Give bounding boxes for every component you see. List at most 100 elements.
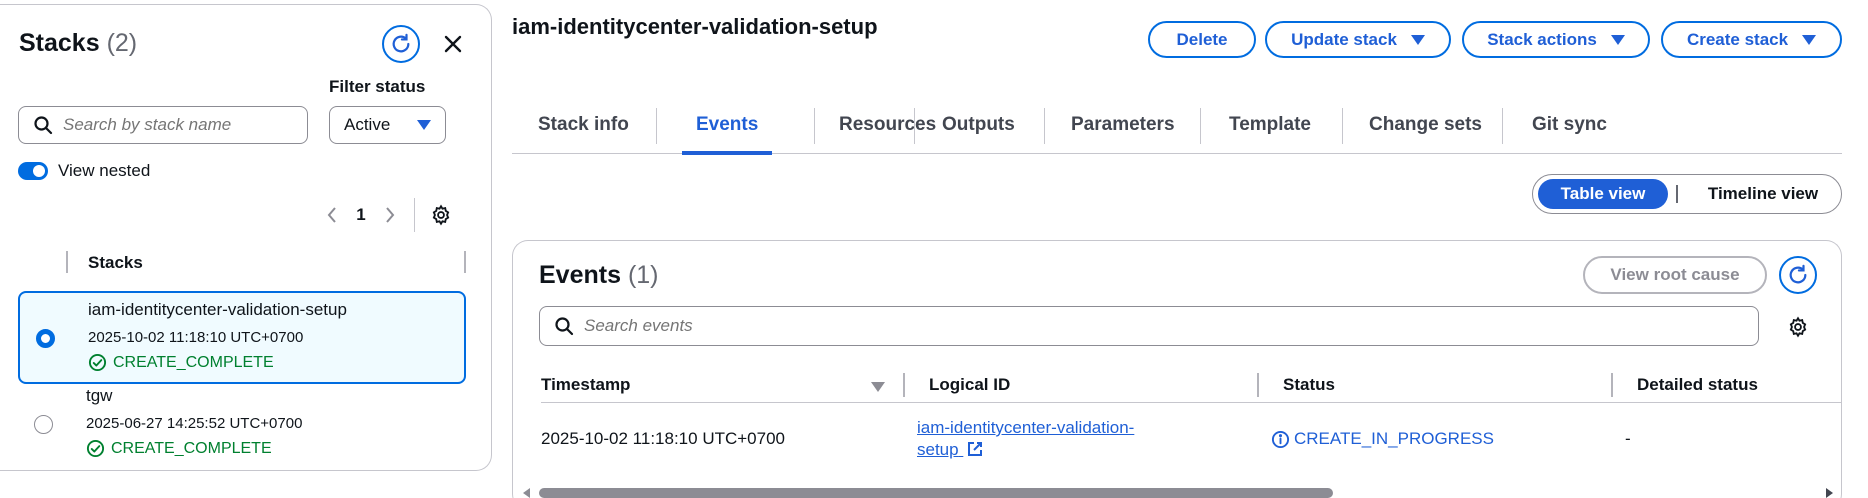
event-timestamp: 2025-10-02 11:18:10 UTC+0700 xyxy=(541,429,786,448)
stack-actions-button[interactable]: Stack actions xyxy=(1462,21,1650,58)
tab-divider xyxy=(914,108,915,144)
tab-change-sets[interactable]: Change sets xyxy=(1369,104,1482,154)
scroll-left-arrow[interactable] xyxy=(523,488,530,498)
refresh-stacks-button[interactable] xyxy=(382,25,420,63)
column-header-status[interactable]: Status xyxy=(1283,375,1335,395)
stack-radio-selected[interactable] xyxy=(36,329,55,348)
column-divider[interactable] xyxy=(1257,373,1259,397)
event-detailed-status: - xyxy=(1625,429,1631,448)
logical-id-line1: iam-identitycenter-validation- xyxy=(917,418,1135,437)
stack-item-tgw[interactable]: tgw 2025-06-27 14:25:52 UTC+0700 CREATE_… xyxy=(18,379,466,472)
create-stack-button[interactable]: Create stack xyxy=(1661,21,1842,58)
tab-template[interactable]: Template xyxy=(1229,104,1311,154)
tab-divider xyxy=(1200,108,1201,144)
stacks-count: (2) xyxy=(106,29,138,57)
stacks-panel-title: Stacks (2) xyxy=(19,29,137,58)
filter-status-value: Active xyxy=(344,115,391,134)
view-root-cause-button[interactable]: View root cause xyxy=(1583,256,1767,294)
stack-name: iam-identitycenter-validation-setup xyxy=(88,300,347,319)
column-divider xyxy=(66,251,68,273)
preferences-button[interactable] xyxy=(427,201,455,229)
refresh-events-button[interactable] xyxy=(1779,256,1817,294)
tab-stack-info[interactable]: Stack info xyxy=(538,104,629,154)
event-status: CREATE_IN_PROGRESS xyxy=(1271,429,1494,449)
column-header-timestamp[interactable]: Timestamp xyxy=(541,375,630,395)
tab-parameters[interactable]: Parameters xyxy=(1071,104,1175,154)
sort-descending-icon[interactable] xyxy=(871,382,885,392)
tab-divider xyxy=(1342,108,1343,144)
chevron-left-icon xyxy=(327,207,336,223)
stack-radio[interactable] xyxy=(34,415,53,434)
update-stack-label: Update stack xyxy=(1291,29,1397,49)
delete-button-label: Delete xyxy=(1176,29,1228,49)
caret-down-icon xyxy=(1610,34,1625,45)
stack-tabs: Stack info Events Resources Outputs Para… xyxy=(512,104,1842,155)
stack-status: CREATE_COMPLETE xyxy=(88,353,274,372)
prev-page-button[interactable] xyxy=(318,201,346,229)
toggle-divider xyxy=(1676,185,1678,203)
column-divider[interactable] xyxy=(1611,373,1613,397)
gear-icon xyxy=(1789,316,1807,338)
stacks-column-label: Stacks xyxy=(88,253,143,272)
tab-divider xyxy=(1044,108,1045,144)
events-preferences-button[interactable] xyxy=(1785,314,1811,340)
delete-button[interactable]: Delete xyxy=(1148,21,1256,58)
stack-status-text: CREATE_COMPLETE xyxy=(111,439,272,457)
pager-divider xyxy=(414,198,415,232)
page-number[interactable]: 1 xyxy=(346,205,376,225)
scrollbar-thumb[interactable] xyxy=(539,488,1333,498)
tab-divider xyxy=(656,108,657,144)
update-stack-button[interactable]: Update stack xyxy=(1265,21,1451,58)
gear-icon xyxy=(432,204,450,226)
stacks-pagination: 1 xyxy=(318,198,455,232)
view-nested-toggle[interactable] xyxy=(18,162,48,180)
stacks-column-header: Stacks xyxy=(18,249,468,275)
caret-down-icon xyxy=(1802,34,1817,45)
tab-events[interactable]: Events xyxy=(682,104,773,155)
stack-timestamp: 2025-06-27 14:25:52 UTC+0700 xyxy=(86,415,303,432)
caret-down-icon xyxy=(417,120,431,130)
column-header-detailed-status[interactable]: Detailed status xyxy=(1637,375,1758,395)
scroll-right-arrow[interactable] xyxy=(1826,488,1833,498)
table-view-button[interactable]: Table view xyxy=(1538,179,1668,209)
filter-status-select[interactable]: Active xyxy=(329,106,446,144)
timeline-view-button[interactable]: Timeline view xyxy=(1689,179,1837,209)
close-panel-button[interactable] xyxy=(436,27,470,61)
events-search-input[interactable] xyxy=(584,316,1684,336)
success-check-icon xyxy=(86,439,105,458)
events-title: Events (1) xyxy=(539,261,659,290)
refresh-icon xyxy=(392,33,410,53)
view-nested-label: View nested xyxy=(58,161,151,180)
tab-resources[interactable]: Resources xyxy=(839,104,936,154)
refresh-icon xyxy=(1789,264,1807,284)
next-page-button[interactable] xyxy=(376,201,404,229)
event-logical-id-link[interactable]: iam-identitycenter-validation- setup xyxy=(917,417,1134,461)
stack-timestamp: 2025-10-02 11:18:10 UTC+0700 xyxy=(88,329,304,346)
events-table-header: Timestamp Logical ID Status Detailed sta… xyxy=(541,367,1841,403)
tab-divider xyxy=(1502,108,1503,144)
stack-item-iam-identitycenter-validation-setup[interactable]: iam-identitycenter-validation-setup 2025… xyxy=(18,291,466,384)
caret-down-icon xyxy=(1410,34,1425,45)
tab-git-sync[interactable]: Git sync xyxy=(1532,104,1607,154)
view-mode-toggle: Table view Timeline view xyxy=(1532,174,1842,214)
search-icon xyxy=(555,317,574,336)
horizontal-scrollbar[interactable] xyxy=(523,486,1833,498)
stack-search-field[interactable] xyxy=(18,106,308,144)
stack-status: CREATE_COMPLETE xyxy=(86,439,272,458)
events-search-field[interactable] xyxy=(539,306,1759,346)
events-count: (1) xyxy=(627,261,659,289)
stacks-panel: Stacks (2) Filter status Active View nes… xyxy=(0,4,492,471)
stack-name: tgw xyxy=(86,386,113,405)
stack-actions-label: Stack actions xyxy=(1487,29,1597,49)
view-nested-row: View nested xyxy=(18,161,150,181)
info-icon xyxy=(1271,430,1290,448)
column-divider[interactable] xyxy=(903,373,905,397)
tab-outputs[interactable]: Outputs xyxy=(942,104,1015,154)
column-header-logical-id[interactable]: Logical ID xyxy=(929,375,1010,395)
event-status-text: CREATE_IN_PROGRESS xyxy=(1294,429,1494,448)
logical-id-line2: setup xyxy=(917,440,959,459)
stack-search-input[interactable] xyxy=(63,115,283,135)
tab-divider xyxy=(814,108,815,144)
column-divider[interactable] xyxy=(464,251,466,273)
external-link-icon xyxy=(968,442,983,456)
